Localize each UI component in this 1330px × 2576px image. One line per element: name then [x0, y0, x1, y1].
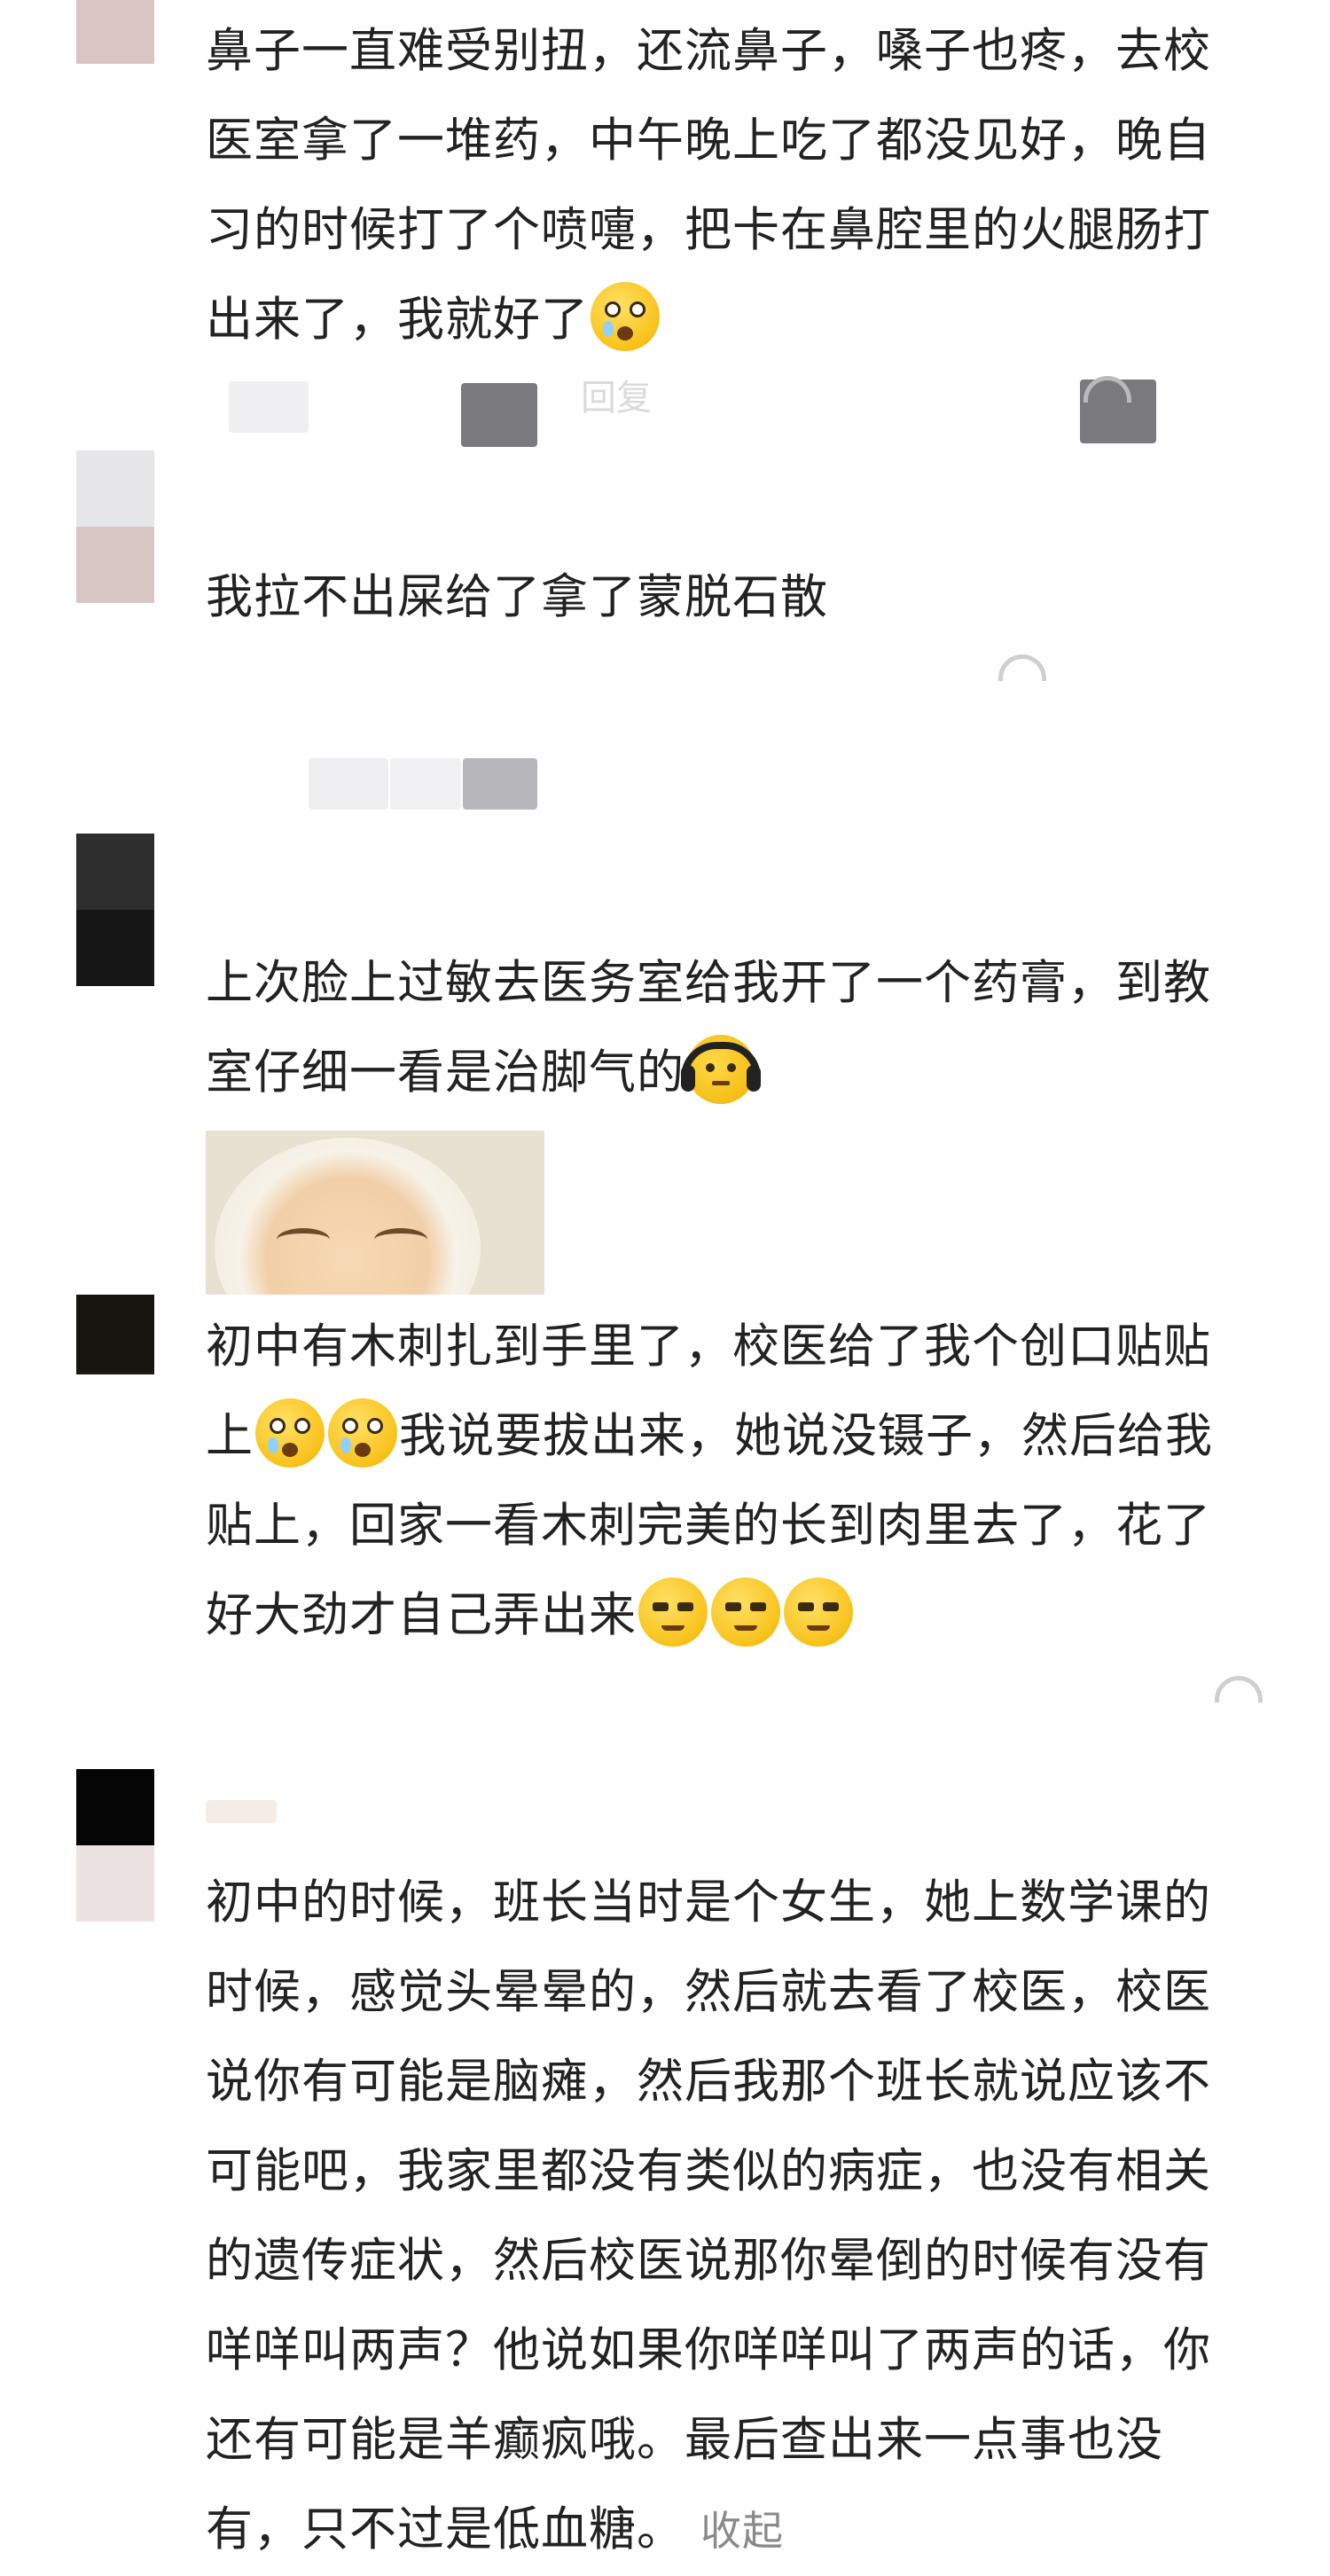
- smug-face-icon: [638, 1578, 708, 1647]
- like-icon[interactable]: [998, 654, 1046, 681]
- avatar[interactable]: [76, 0, 154, 64]
- comment-text: 初中的时候，班长当时是个女生，她上数学课的 时候，感觉头晕晕的，然后就去看了校医…: [206, 1875, 1211, 2556]
- avatar[interactable]: [76, 1769, 154, 1922]
- avatar[interactable]: [76, 450, 154, 603]
- comment-text: 上次脸上过敏去医务室给我开了一个药膏，到教 室仔细一看是治脚气的: [206, 938, 1270, 1117]
- avatar[interactable]: [76, 1295, 154, 1374]
- smug-face-icon: [711, 1578, 780, 1647]
- shocked-face-icon: [591, 282, 660, 351]
- blurred-block: [463, 758, 537, 810]
- blurred-username: [229, 381, 309, 433]
- blurred-username: [309, 758, 388, 810]
- comment-text: 初中有木刺扎到手里了，校医给了我个创口贴贴 上我说要拔出来，她说没镊子，然后给我…: [206, 1302, 1270, 1660]
- like-icon[interactable]: [1215, 1676, 1263, 1703]
- blurred-username: [390, 758, 461, 810]
- reply-label[interactable]: 回复: [581, 369, 652, 420]
- shocked-face-icon: [328, 1398, 397, 1468]
- blurred-username: [206, 1800, 277, 1823]
- comment-text: 鼻子一直难受别扭，还流鼻子，嗓子也疼，去校 医室拿了一堆药，中午晚上吃了都没见好…: [206, 6, 1270, 364]
- blurred-block: [461, 383, 537, 447]
- shocked-face-icon: [255, 1398, 325, 1468]
- smug-face-icon: [784, 1578, 853, 1647]
- collapse-link[interactable]: 收起: [700, 2507, 784, 2555]
- sheep-sticker-image[interactable]: [206, 1131, 544, 1295]
- avatar[interactable]: [76, 834, 154, 986]
- headphones-face-icon: [681, 1035, 761, 1104]
- comment-text: 我拉不出屎给了拿了蒙脱石散: [206, 570, 828, 624]
